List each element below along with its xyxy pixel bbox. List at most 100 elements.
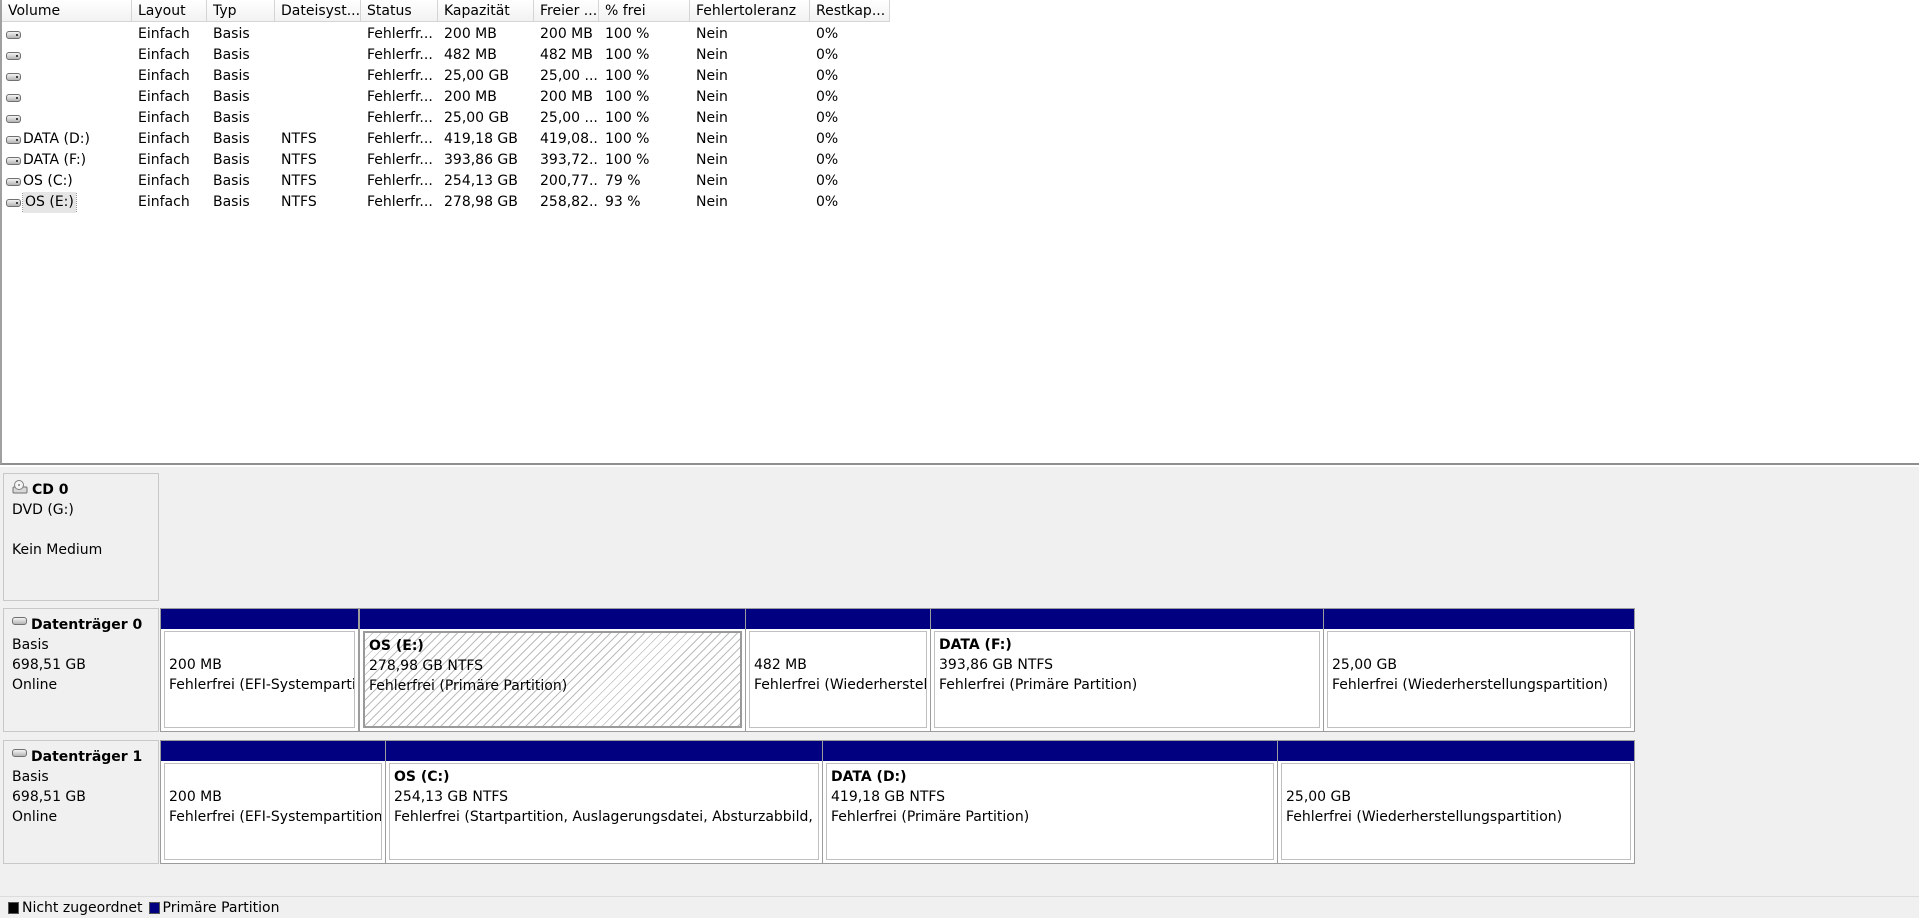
cell-fehlertoleranz: Nein bbox=[696, 89, 728, 105]
volume-drive-icon bbox=[6, 177, 21, 186]
partition-block[interactable]: 482 MB Fehlerfrei (Wiederherstellungspa bbox=[745, 608, 931, 732]
volume-list[interactable]: Volume Layout Typ Dateisyst... Status Ka… bbox=[0, 0, 1919, 465]
cell-dateisystem: NTFS bbox=[281, 194, 317, 210]
disk-line: 698,51 GB bbox=[12, 657, 86, 673]
column-header-freier-speicher[interactable]: Freier ... bbox=[534, 0, 599, 22]
cell-layout: Einfach bbox=[138, 47, 190, 63]
disk-line-spacer bbox=[12, 520, 150, 540]
cell-prozent-frei: 79 % bbox=[605, 173, 641, 189]
disk-label-datentraeger-1[interactable]: Datenträger 1 Basis 698,51 GB Online bbox=[3, 740, 159, 864]
column-header-fehlertoleranz[interactable]: Fehlertoleranz bbox=[690, 0, 810, 22]
cell-volume bbox=[2, 66, 132, 87]
cell-volume: DATA (F:) bbox=[2, 150, 132, 171]
partition-size: 278,98 GB NTFS bbox=[369, 658, 484, 674]
partition-block[interactable]: OS (C:) 254,13 GB NTFS Fehlerfrei (Startpa… bbox=[385, 740, 823, 864]
cell-status: Fehlerfr... bbox=[367, 194, 433, 210]
cell-fehlertoleranz: Nein bbox=[696, 131, 728, 147]
partition-status: Fehlerfrei (Primäre Partition) bbox=[369, 678, 568, 694]
cell-status: Fehlerfr... bbox=[367, 110, 433, 126]
disk-row-cd0[interactable]: CD 0 DVD (G:) Kein Medium bbox=[0, 473, 1919, 601]
cell-prozent-frei: 100 % bbox=[605, 68, 650, 84]
cell-dateisystem bbox=[275, 108, 361, 129]
table-row[interactable]: OS (E:) Einfach Basis NTFS Fehlerfr... 278,98… bbox=[2, 192, 890, 213]
partition-block[interactable]: DATA (F:) 393,86 GB NTFS Fehlerfrei (Primä… bbox=[930, 608, 1324, 732]
partition-size: 25,00 GB bbox=[1332, 657, 1397, 673]
disk-label-datentraeger-0[interactable]: Datenträger 0 Basis 698,51 GB Online bbox=[3, 608, 159, 732]
table-row[interactable]: DATA (D:) Einfach Basis NTFS Fehlerfr... 419,… bbox=[2, 129, 890, 150]
volume-drive-icon bbox=[6, 30, 21, 39]
cell-layout: Einfach bbox=[138, 131, 190, 147]
partition-block[interactable]: DATA (D:) 419,18 GB NTFS Fehlerfrei (Primä… bbox=[822, 740, 1278, 864]
cell-typ: Basis bbox=[213, 89, 250, 105]
cell-kapazitaet: 25,00 GB bbox=[444, 110, 509, 126]
partition-block[interactable]: 25,00 GB Fehlerfrei (Wiederherstellungspa… bbox=[1323, 608, 1635, 732]
partition-type-bar bbox=[931, 609, 1323, 629]
column-header-status[interactable]: Status bbox=[361, 0, 438, 22]
column-header-layout[interactable]: Layout bbox=[132, 0, 207, 22]
disk-area-datentraeger-1: 200 MB Fehlerfrei (EFI-Systempartition) OS… bbox=[160, 740, 1915, 864]
cell-prozent-frei: 100 % bbox=[605, 152, 650, 168]
partition-body: 25,00 GB Fehlerfrei (Wiederherstellungspa… bbox=[1327, 631, 1631, 728]
partition-block[interactable]: 200 MB Fehlerfrei (EFI-Systempartition) bbox=[160, 740, 386, 864]
partition-block[interactable]: OS (E:) 278,98 GB NTFS Fehlerfrei (Primäre… bbox=[359, 608, 746, 732]
partition-type-bar bbox=[161, 609, 358, 629]
cell-kapazitaet: 278,98 GB bbox=[444, 194, 518, 210]
column-header-kapazitaet[interactable]: Kapazität bbox=[438, 0, 534, 22]
volume-drive-icon bbox=[6, 114, 21, 123]
disk-line: 698,51 GB bbox=[12, 789, 86, 805]
disk-label-cd0[interactable]: CD 0 DVD (G:) Kein Medium bbox=[3, 473, 159, 601]
cell-fehlertoleranz: Nein bbox=[696, 47, 728, 63]
legend-swatch-unallocated bbox=[8, 901, 19, 914]
partition-block[interactable]: 25,00 GB Fehlerfrei (Wiederherstellungspa… bbox=[1277, 740, 1635, 864]
cell-prozent-frei: 100 % bbox=[605, 47, 650, 63]
volume-drive-icon bbox=[6, 51, 21, 60]
table-row[interactable]: Einfach Basis Fehlerfr... 482 MB 482 MB 100 %… bbox=[2, 45, 890, 66]
cell-restkapazitaet: 0% bbox=[816, 26, 839, 42]
disk-line: Online bbox=[12, 677, 58, 693]
volume-drive-icon bbox=[6, 72, 21, 81]
volume-rows: Einfach Basis Fehlerfr... 200 MB 200 MB 100 %… bbox=[2, 24, 890, 213]
cell-typ: Basis bbox=[213, 131, 250, 147]
disk-line: Basis bbox=[12, 769, 49, 785]
table-row[interactable]: Einfach Basis Fehlerfr... 25,00 GB 25,00 ...… bbox=[2, 66, 890, 87]
column-header-volume[interactable]: Volume bbox=[2, 0, 132, 22]
cell-kapazitaet: 393,86 GB bbox=[444, 152, 518, 168]
table-row[interactable]: Einfach Basis Fehlerfr... 25,00 GB 25,00 ...… bbox=[2, 108, 890, 129]
cell-volume bbox=[2, 108, 132, 129]
partition-status: Fehlerfrei (Startpartition, Auslagerungs… bbox=[394, 809, 818, 825]
column-header-prozent-frei[interactable]: % frei bbox=[599, 0, 690, 22]
cell-kapazitaet: 200 MB bbox=[444, 26, 497, 42]
cell-status: Fehlerfr... bbox=[367, 131, 433, 147]
partition-body: 200 MB Fehlerfrei (EFI-Systempartition) bbox=[164, 763, 382, 860]
disk-row-datentraeger-1[interactable]: Datenträger 1 Basis 698,51 GB Online 200… bbox=[0, 740, 1919, 864]
cell-typ: Basis bbox=[213, 47, 250, 63]
cell-fehlertoleranz: Nein bbox=[696, 110, 728, 126]
cell-freier-speicher: 200 MB bbox=[540, 26, 593, 42]
legend-swatch-primary bbox=[148, 901, 160, 914]
cell-volume: DATA (D:) bbox=[2, 129, 132, 150]
cell-layout: Einfach bbox=[138, 89, 190, 105]
table-row[interactable]: Einfach Basis Fehlerfr... 200 MB 200 MB 100 %… bbox=[2, 87, 890, 108]
column-header-dateisystem[interactable]: Dateisyst... bbox=[275, 0, 361, 22]
partition-block[interactable]: 200 MB Fehlerfrei (EFI-Systempartiti bbox=[160, 608, 359, 732]
cell-fehlertoleranz: Nein bbox=[696, 26, 728, 42]
cell-typ: Basis bbox=[213, 68, 250, 84]
disk-graphical-view: CD 0 DVD (G:) Kein Medium Datenträger 0 … bbox=[0, 467, 1919, 918]
table-row[interactable]: DATA (F:) Einfach Basis NTFS Fehlerfr... 393,… bbox=[2, 150, 890, 171]
cell-restkapazitaet: 0% bbox=[816, 89, 839, 105]
column-header-typ[interactable]: Typ bbox=[207, 0, 275, 22]
partition-type-bar bbox=[386, 741, 822, 761]
table-row[interactable]: Einfach Basis Fehlerfr... 200 MB 200 MB 100 %… bbox=[2, 24, 890, 45]
column-header-restkapazitaet[interactable]: Restkap... bbox=[810, 0, 890, 22]
partition-title: OS (E:) bbox=[369, 638, 424, 654]
cell-restkapazitaet: 0% bbox=[816, 152, 839, 168]
cell-freier-speicher: 419,08... bbox=[540, 131, 599, 147]
partition-body: DATA (D:) 419,18 GB NTFS Fehlerfrei (Primä… bbox=[826, 763, 1274, 860]
disk-row-datentraeger-0[interactable]: Datenträger 0 Basis 698,51 GB Online 200… bbox=[0, 608, 1919, 732]
partition-body: DATA (F:) 393,86 GB NTFS Fehlerfrei (Primä… bbox=[934, 631, 1320, 728]
disk-line: Basis bbox=[12, 637, 49, 653]
cell-fehlertoleranz: Nein bbox=[696, 68, 728, 84]
table-row[interactable]: OS (C:) Einfach Basis NTFS Fehlerfr... 254,13… bbox=[2, 171, 890, 192]
cell-kapazitaet: 200 MB bbox=[444, 89, 497, 105]
partition-status: Fehlerfrei (Primäre Partition) bbox=[831, 809, 1030, 825]
